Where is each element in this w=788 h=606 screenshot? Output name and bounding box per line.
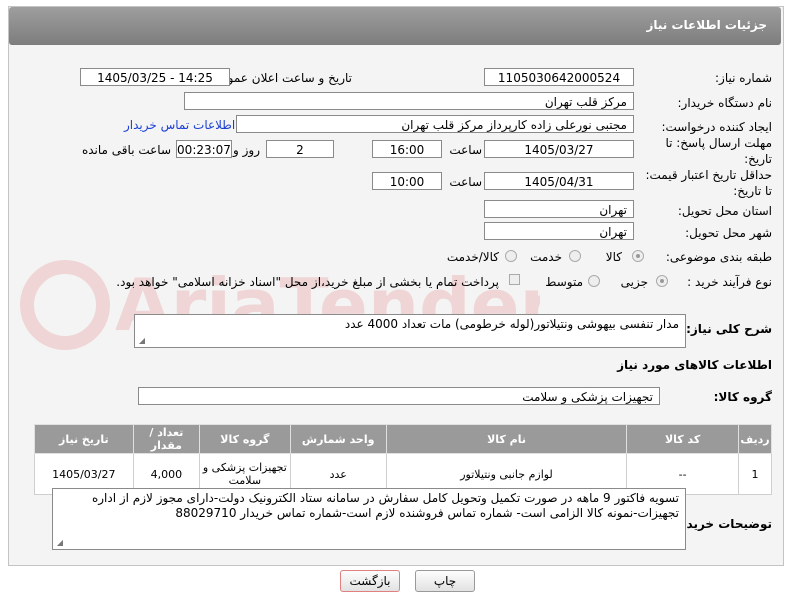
price-time-field: 10:00 [372,172,442,190]
col-date: تاریخ نیاز [34,424,134,454]
category-option-goods-service: کالا/خدمت [446,250,499,264]
process-radio-minor[interactable] [656,275,668,287]
description-textarea[interactable]: مدار تنفسی بیهوشی ونتیلاتور(لوله خرطومی)… [134,314,686,348]
reply-deadline-label: مهلت ارسال پاسخ: تا [665,136,772,150]
category-radio-goods[interactable] [632,250,644,262]
title-bar: جزئیات اطلاعات نیاز [9,7,781,45]
reply-time-field: 16:00 [372,140,442,158]
city-field: تهران [484,222,634,240]
process-radio-medium[interactable] [588,275,600,287]
description-text: مدار تنفسی بیهوشی ونتیلاتور(لوله خرطومی)… [344,317,679,331]
goods-table: ردیف کد کالا نام کالا واحد شمارش گروه کا… [34,424,772,495]
process-label: نوع فرآیند خرید : [687,275,772,289]
back-button[interactable]: بازگشت [340,570,400,592]
resize-grip-icon[interactable]: ◢ [55,539,63,547]
col-group: گروه کالا [199,424,291,454]
page-title: جزئیات اطلاعات نیاز [646,18,767,32]
price-validity-label: حداقل تاریخ اعتبار قیمت: [645,168,772,182]
buyer-contact-link[interactable]: اطلاعات تماس خریدار [124,118,235,132]
goods-group-field: تجهیزات پزشکی و سلامت [138,387,660,405]
treasury-checkbox[interactable] [509,274,520,285]
category-option-goods: کالا [605,250,622,264]
price-validity-label-date: تا تاریخ: [733,184,772,198]
remaining-time-field: 00:23:07 [176,140,232,158]
reply-time-label: ساعت [449,143,482,157]
province-field: تهران [484,200,634,218]
reply-deadline-label-date: تاریخ: [744,152,772,166]
buyer-notes-text: تسویه فاکتور 9 ماهه در صورت تکمیل وتحویل… [91,491,679,520]
need-number-label: شماره نیاز: [715,71,772,85]
goods-group-label: گروه کالا: [713,390,772,404]
province-label: استان محل تحویل: [677,204,772,218]
category-label: طبقه بندی موضوعی: [665,250,772,264]
need-number-field: 1105030642000524 [484,68,634,86]
cell-row: 1 [738,453,772,495]
goods-table-header: ردیف کد کالا نام کالا واحد شمارش گروه کا… [34,424,772,454]
buyer-notes-textarea[interactable]: تسویه فاکتور 9 ماهه در صورت تکمیل وتحویل… [52,488,686,550]
description-label: شرح کلی نیاز: [686,322,772,336]
buyer-org-field: مرکز قلب تهران [184,92,634,110]
payment-note: پرداخت تمام یا بخشی از مبلغ خرید،از محل … [116,275,499,289]
col-name: نام کالا [385,424,628,454]
col-row: ردیف [738,424,772,454]
creator-field: مجتبی نورعلی زاده کارپرداز مرکز قلب تهرا… [236,115,634,133]
process-option-medium: متوسط [545,275,583,289]
category-radio-goods-service[interactable] [505,250,517,262]
col-unit: واحد شمارش [289,424,387,454]
city-label: شهر محل تحویل: [685,226,772,240]
col-qty: تعداد / مقدار [132,424,201,454]
category-option-service: خدمت [530,250,562,264]
goods-section-title: اطلاعات کالاهای مورد نیاز [617,358,772,372]
process-option-minor: جزیی [620,275,648,289]
price-date-field: 1405/04/31 [484,172,634,190]
price-time-label: ساعت [449,175,482,189]
resize-grip-icon[interactable]: ◢ [137,337,145,345]
days-label: روز و [233,143,260,157]
category-radio-service[interactable] [569,250,581,262]
col-code: کد کالا [626,424,740,454]
remaining-label: ساعت باقی مانده [81,143,171,157]
creator-label: ایجاد کننده درخواست: [661,120,772,134]
reply-date-field: 1405/03/27 [484,140,634,158]
days-field: 2 [266,140,334,158]
announce-field: 1405/03/25 - 14:25 [80,68,230,86]
buyer-org-label: نام دستگاه خریدار: [677,96,773,110]
print-button[interactable]: چاپ [415,570,475,592]
